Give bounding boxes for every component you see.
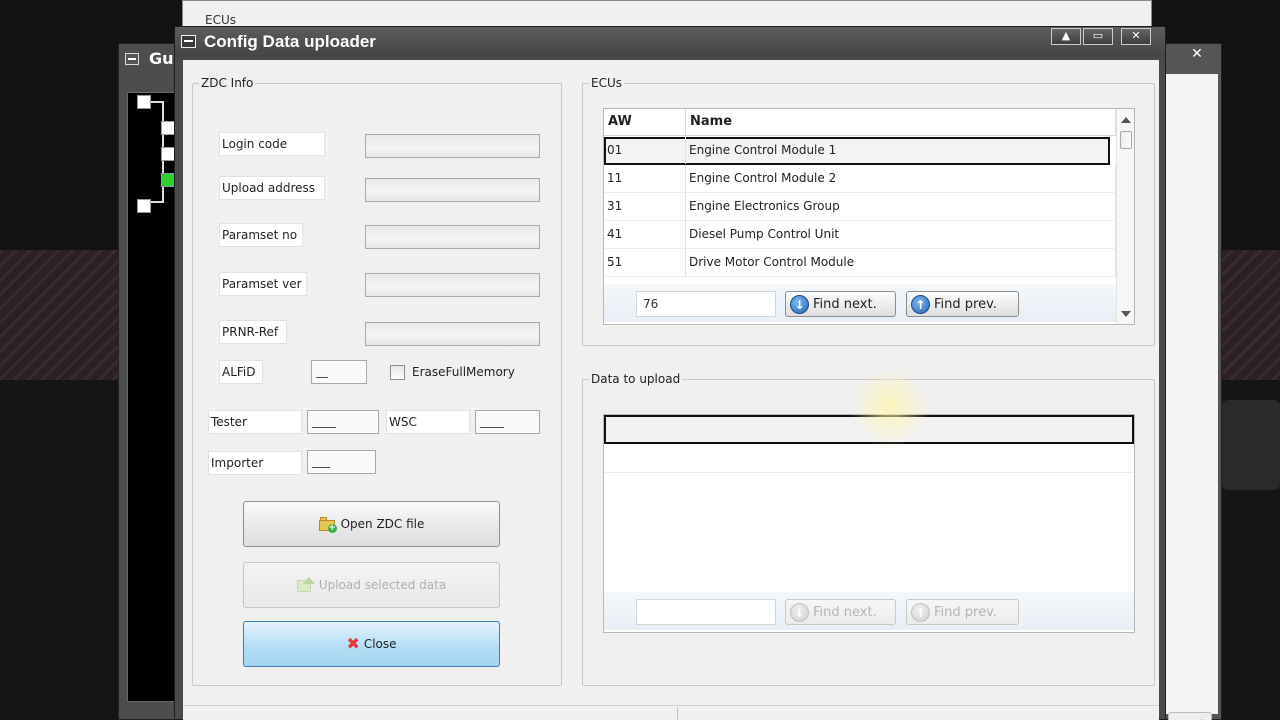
data-find-next-button[interactable]: ↓ Find next. [785,599,896,625]
paramset-no-label: Paramset no [219,223,303,247]
ecus-group: ECUs AW Name 01 Engine Control Module 1 … [582,76,1155,346]
background-window-content: el [1164,74,1218,720]
data-search-input[interactable] [636,599,776,625]
cursor-highlight [850,367,930,447]
alfid-label: ALFiD [219,360,263,384]
scrollbar-thumb[interactable] [1120,131,1132,149]
tree-node[interactable] [161,121,175,135]
table-row[interactable]: 01 Engine Control Module 1 [604,137,1110,165]
status-separator [677,707,678,720]
wsc-field[interactable]: ____ [475,410,540,434]
open-zdc-file-label: Open ZDC file [340,517,425,531]
cell-aw: 41 [604,221,686,248]
ecus-table[interactable]: AW Name 01 Engine Control Module 1 11 En… [603,108,1135,325]
dialog-title: Config Data uploader [204,32,376,51]
open-zdc-file-button[interactable]: + Open ZDC file [243,501,500,547]
login-code-label: Login code [219,132,325,156]
tree-node[interactable] [161,147,175,161]
data-find-bar: ↓ Find next. ↑ Find prev. [604,592,1134,630]
tree-node[interactable] [137,199,151,213]
ecus-find-next-button[interactable]: ↓ Find next. [785,291,896,317]
ecus-legend: ECUs [589,76,624,90]
prnr-ref-label: PRNR-Ref [219,320,287,344]
status-bar [183,705,1159,720]
window-menu-icon[interactable] [181,35,196,48]
background-cancel-button[interactable]: el [1168,712,1212,720]
paramset-no-field[interactable] [365,225,540,249]
alfid-field[interactable]: __ [311,360,367,384]
arrow-up-icon: ↑ [911,602,930,622]
folder-add-icon: + [318,517,337,533]
cell-name: Engine Control Module 2 [686,165,1116,192]
close-icon[interactable]: ✕ [1180,46,1214,66]
column-header-aw[interactable]: AW [604,109,686,136]
tree-connector [150,201,164,203]
tester-field[interactable]: ____ [307,410,379,434]
find-next-label: Find next. [813,296,877,312]
arrow-down-icon: ↓ [790,294,809,314]
find-prev-label: Find prev. [934,604,997,620]
table-row[interactable]: 41 Diesel Pump Control Unit [604,221,1116,249]
table-row[interactable]: 51 Drive Motor Control Module [604,249,1116,277]
upload-icon [296,577,315,593]
ecus-find-bar: 76 ↓ Find next. ↑ Find prev. [604,284,1116,322]
ecus-search-input[interactable]: 76 [636,291,776,317]
close-window-button[interactable]: ✕ [1121,28,1151,45]
tester-label: Tester [208,410,302,434]
close-icon: ✖ [346,634,360,653]
arrow-up-icon: ↑ [911,294,930,314]
desktop-logo-shape [1222,400,1280,490]
erase-full-memory-label: EraseFullMemory [412,365,515,379]
table-header: AW Name [604,109,1116,136]
data-upload-table[interactable]: ↓ Find next. ↑ Find prev. [603,414,1135,633]
cell-aw: 11 [604,165,686,192]
upload-address-field[interactable] [365,178,540,202]
arrow-down-icon: ↓ [790,602,809,622]
config-data-uploader-dialog: Config Data uploader ▲ ▭ ✕ ZDC Info Logi… [174,26,1166,720]
column-header-name[interactable]: Name [686,109,1116,136]
prnr-ref-field[interactable] [365,322,540,346]
cell-aw: 31 [604,193,686,220]
cell-name: Engine Electronics Group [686,193,1116,220]
upload-address-label: Upload address [219,176,325,200]
importer-field[interactable]: ___ [307,450,376,474]
ecus-find-prev-button[interactable]: ↑ Find prev. [906,291,1019,317]
dialog-titlebar[interactable]: Config Data uploader ▲ ▭ ✕ [175,27,1165,57]
tree-node-active[interactable] [161,173,175,187]
background-ecus-legend: ECUs [205,13,236,27]
cell-name: Diesel Pump Control Unit [686,221,1116,248]
find-prev-label: Find prev. [934,296,997,312]
cell-aw: 01 [604,137,686,164]
scroll-up-icon[interactable] [1121,117,1131,123]
dialog-body: ZDC Info Login code Upload address Param… [183,60,1159,720]
zdc-info-group: ZDC Info Login code Upload address Param… [192,76,562,686]
wsc-label: WSC [386,410,470,434]
cell-name: Drive Motor Control Module [686,249,1116,276]
data-to-upload-legend: Data to upload [589,372,683,386]
login-code-field[interactable] [365,134,540,158]
importer-label: Importer [208,451,302,475]
upload-selected-data-button[interactable]: Upload selected data [243,562,500,608]
table-row[interactable]: 11 Engine Control Module 2 [604,165,1116,193]
tree-node[interactable] [137,95,151,109]
paramset-ver-label: Paramset ver [219,272,307,296]
upload-selected-data-label: Upload selected data [318,578,447,592]
table-row[interactable]: 31 Engine Electronics Group [604,193,1116,221]
vertical-scrollbar[interactable] [1116,109,1134,324]
close-label: Close [363,637,397,651]
background-window-title: Gu [149,49,174,68]
find-next-label: Find next. [813,604,877,620]
window-menu-icon[interactable] [125,53,139,65]
row-divider [604,472,1134,473]
scroll-down-icon[interactable] [1121,311,1131,317]
maximize-button[interactable]: ▭ [1083,28,1113,45]
erase-full-memory-checkbox[interactable] [390,365,405,380]
close-button[interactable]: ✖ Close [243,621,500,667]
data-find-prev-button[interactable]: ↑ Find prev. [906,599,1019,625]
paramset-ver-field[interactable] [365,273,540,297]
zdc-info-legend: ZDC Info [199,76,256,90]
minimize-button[interactable]: ▲ [1051,28,1081,45]
cell-name: Engine Control Module 1 [689,143,837,157]
cell-aw: 51 [604,249,686,276]
